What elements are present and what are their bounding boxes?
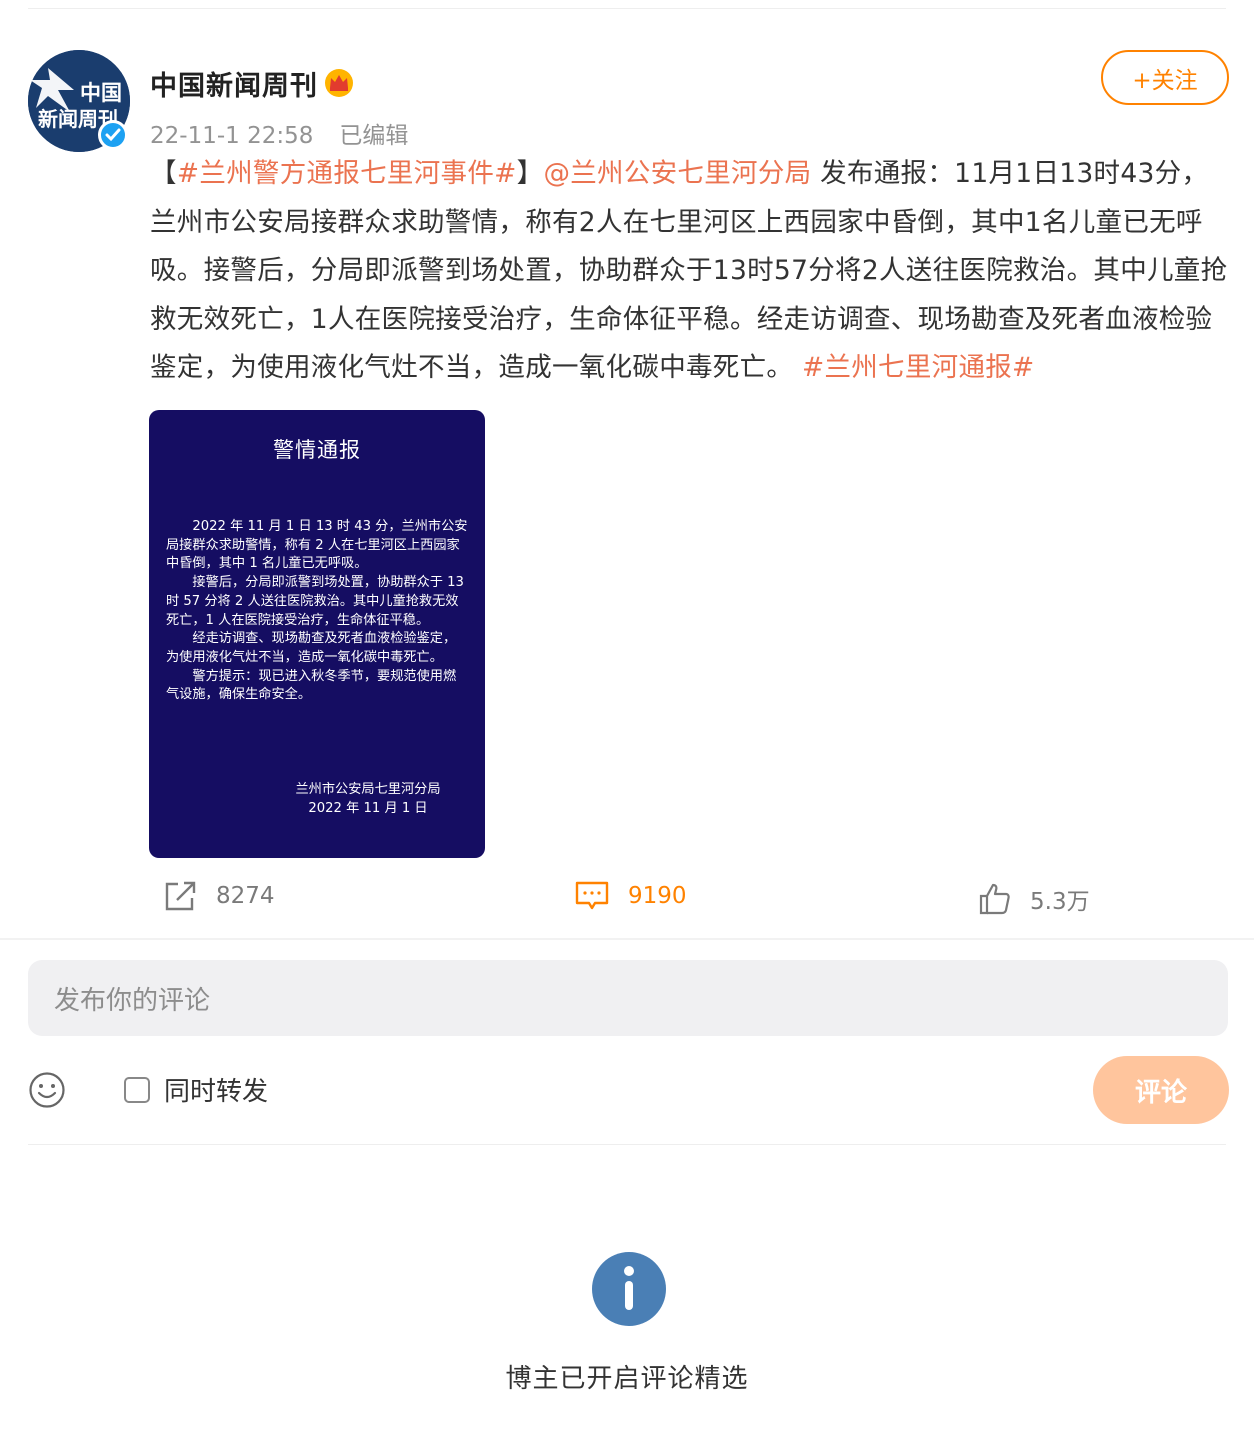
info-icon xyxy=(592,1252,666,1326)
repost-checkbox-row[interactable]: 同时转发 xyxy=(124,1071,268,1108)
edited-label: 已编辑 xyxy=(339,123,409,149)
post-timestamp: 22-11-1 22:58 xyxy=(150,123,314,149)
like-icon xyxy=(979,883,1010,915)
post-body: 发布通报：11月1日13时43分，兰州市公安局接群众求助警情，称有2人在七里河区… xyxy=(150,158,1228,383)
comment-button[interactable]: 9190 xyxy=(574,880,687,912)
repost-checkbox-label: 同时转发 xyxy=(164,1077,269,1107)
svg-text:中国: 中国 xyxy=(80,81,122,105)
section-divider xyxy=(0,938,1254,940)
comment-count: 9190 xyxy=(628,883,687,909)
verified-icon xyxy=(98,120,128,150)
repost-button[interactable]: 8274 xyxy=(164,880,275,912)
comment-icon xyxy=(575,881,609,910)
repost-checkbox[interactable] xyxy=(124,1076,150,1103)
bracket-close: 】 xyxy=(516,158,544,189)
notice-signature: 兰州市公安局七里河分局 2022 年 11 月 1 日 xyxy=(270,780,466,818)
notice-paragraph: 警方提示：现已进入秋冬季节，要规范使用燃气设施，确保生命安全。 xyxy=(166,668,457,703)
mention-link[interactable]: @兰州公安七里河分局 xyxy=(543,158,811,189)
repost-count: 8274 xyxy=(216,883,275,909)
top-divider xyxy=(28,8,1226,9)
post-text: 【#兰州警方通报七里河事件#】@兰州公安七里河分局 发布通报：11月1日13时4… xyxy=(150,150,1235,393)
comment-input[interactable]: 发布你的评论 xyxy=(28,960,1228,1036)
notice-paragraph: 2022 年 11 月 1 日 13 时 43 分，兰州市公安局接群众求助警情，… xyxy=(166,519,468,572)
bracket-open: 【 xyxy=(150,158,177,189)
follow-button[interactable]: +关注 xyxy=(1101,50,1229,105)
crown-icon xyxy=(325,69,353,97)
repost-icon xyxy=(165,881,196,911)
submit-comment-button[interactable]: 评论 xyxy=(1093,1056,1229,1124)
comment-selection-notice: 博主已开启评论精选 xyxy=(505,1364,749,1394)
comment-divider xyxy=(28,1144,1226,1145)
notice-signature-org: 兰州市公安局七里河分局 xyxy=(295,782,441,797)
emoji-icon[interactable] xyxy=(28,1071,66,1109)
like-button[interactable]: 5.3万 xyxy=(978,882,1090,916)
author-name[interactable]: 中国新闻周刊 xyxy=(150,64,318,103)
notice-body: 2022 年 11 月 1 日 13 时 43 分，兰州市公安局接群众求助警情，… xyxy=(166,518,468,705)
notice-paragraph: 经走访调查、现场勘查及死者血液检验鉴定，为使用液化气灶不当，造成一氧化碳中毒死亡… xyxy=(166,631,457,665)
post-actions: 8274 9190 5.3万 xyxy=(0,880,1254,920)
notice-paragraph: 接警后，分局即派警到场处置，协助群众于 13 时 57 分将 2 人送往医院救治… xyxy=(166,575,464,628)
notice-signature-date: 2022 年 11 月 1 日 xyxy=(308,801,428,816)
hashtag-tail-link[interactable]: #兰州七里河通报# xyxy=(802,352,1035,383)
notice-title: 警情通报 xyxy=(273,438,361,462)
hashtag-event-link[interactable]: #兰州警方通报七里河事件# xyxy=(177,158,517,189)
post-meta: 22-11-1 22:58 已编辑 xyxy=(150,116,408,150)
like-count: 5.3万 xyxy=(1030,889,1090,915)
